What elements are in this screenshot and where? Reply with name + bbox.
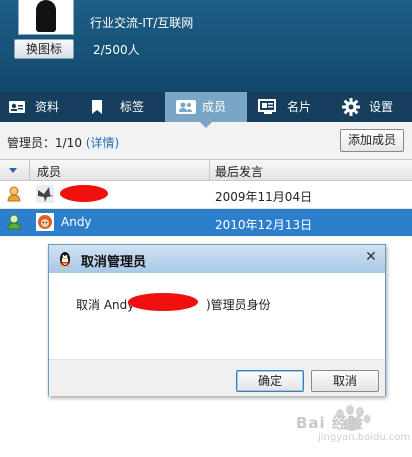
admin-count-label: 管理员：1/10 — [7, 136, 82, 150]
tab-label: 标签 — [120, 100, 145, 114]
table-row[interactable]: 2009年11月04日 — [0, 181, 412, 209]
table-row-selected[interactable]: Andy 2010年12月13日 — [0, 209, 412, 236]
tab-bar: 资料 标签 成员 名片 设置 — [0, 92, 412, 122]
cancel-admin-dialog: 取消管理员 ✕ 取消 Andy )管理员身份 确定 取消 — [48, 244, 386, 396]
watermark-text: Bai 经验 — [296, 414, 364, 432]
watermark-url: jingyan.baidu.com — [318, 432, 411, 443]
tab-profile[interactable]: 资料 — [0, 92, 82, 122]
group-header: 换图标 行业交流-IT/互联网 2/500人 — [0, 0, 412, 92]
dialog-message-prefix: 取消 Andy — [76, 298, 135, 312]
member-avatar — [36, 185, 54, 203]
redaction-mark — [60, 185, 108, 202]
column-divider — [209, 160, 210, 180]
group-member-count: 2/500人 — [93, 43, 140, 57]
tab-tags[interactable]: 标签 — [82, 92, 165, 122]
tab-settings[interactable]: 设置 — [330, 92, 412, 122]
cancel-button[interactable]: 取消 — [311, 370, 379, 392]
tab-label: 名片 — [287, 100, 312, 114]
admin-detail-link[interactable]: (详情) — [86, 136, 119, 150]
tab-label: 资料 — [35, 100, 60, 114]
bookmark-icon — [92, 100, 102, 114]
dialog-title: 取消管理员 — [81, 255, 147, 270]
ok-button[interactable]: 确定 — [236, 370, 304, 392]
sort-down-icon[interactable] — [9, 168, 17, 173]
owner-user-icon — [7, 186, 21, 202]
tab-label: 设置 — [369, 100, 394, 114]
change-icon-button[interactable]: 换图标 — [14, 39, 74, 59]
last-speech-date: 2010年12月13日 — [215, 218, 313, 232]
tab-members[interactable]: 成员 — [165, 92, 247, 122]
tab-business-card[interactable]: 名片 — [247, 92, 330, 122]
dialog-message-suffix: )管理员身份 — [206, 298, 271, 312]
business-card-icon — [258, 99, 276, 114]
dialog-title-bar: 取消管理员 ✕ — [49, 245, 385, 273]
tab-label: 成员 — [202, 100, 227, 114]
gear-icon — [342, 98, 360, 116]
last-speech-date: 2009年11月04日 — [215, 190, 313, 204]
members-icon — [176, 100, 196, 114]
close-icon[interactable]: ✕ — [359, 247, 383, 267]
member-name: Andy — [61, 215, 92, 229]
column-header-last-speech[interactable]: 最后发言 — [215, 163, 263, 180]
member-table-header: 成员 最后发言 — [0, 159, 412, 181]
qq-penguin-icon — [60, 252, 70, 267]
add-member-button[interactable]: 添加成员 — [340, 129, 404, 152]
profile-card-icon — [9, 101, 25, 113]
admin-user-icon — [7, 214, 21, 230]
active-tab-pointer — [200, 122, 212, 128]
redaction-mark — [128, 293, 198, 311]
member-avatar — [36, 213, 54, 231]
admin-count: 管理员：1/10 (详情) — [7, 134, 119, 151]
group-avatar[interactable] — [18, 0, 74, 35]
dialog-footer: 确定 取消 — [49, 359, 385, 396]
column-divider — [29, 160, 30, 180]
column-header-member[interactable]: 成员 — [37, 163, 61, 180]
group-category: 行业交流-IT/互联网 — [90, 16, 194, 30]
